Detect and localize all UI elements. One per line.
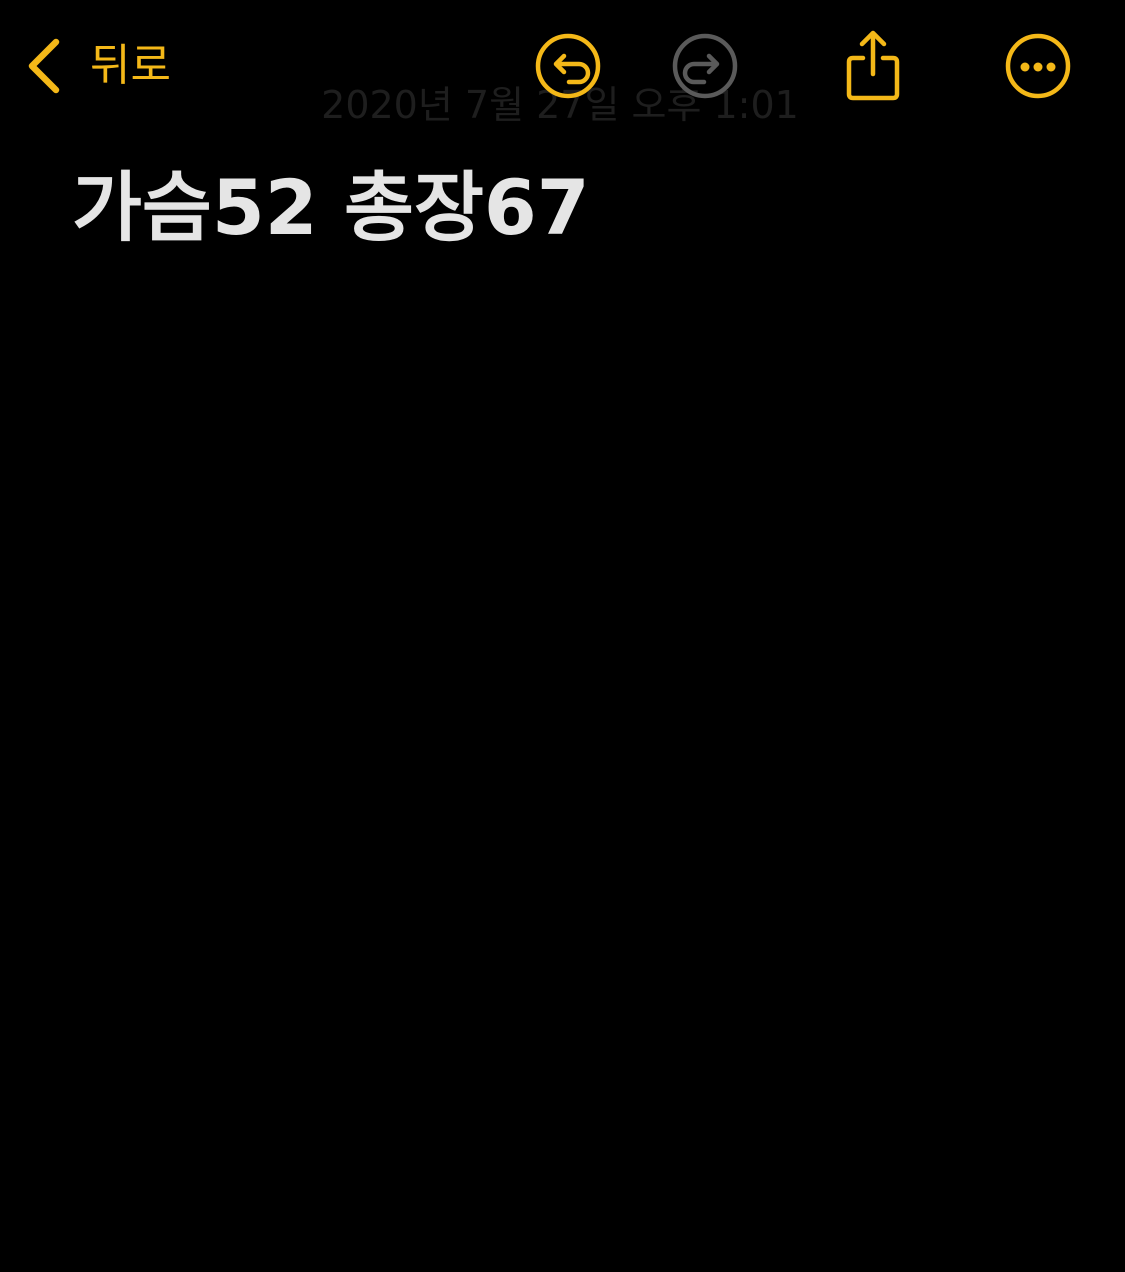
undo-button[interactable]: [530, 28, 606, 104]
back-button-label: 뒤로: [90, 40, 171, 91]
undo-circle-icon: [535, 33, 601, 99]
back-button[interactable]: 뒤로: [22, 34, 171, 98]
more-button[interactable]: [1000, 28, 1076, 104]
ellipsis-circle-icon: [1005, 33, 1071, 99]
share-icon: [846, 30, 900, 101]
share-button[interactable]: [835, 28, 911, 104]
redo-button[interactable]: [667, 28, 743, 104]
note-body-text[interactable]: 가슴52 총장67: [72, 158, 1072, 258]
redo-circle-icon: [672, 33, 738, 99]
navigation-toolbar: 뒤로 2020년 7월 27일 오후 1:01: [0, 0, 1125, 135]
chevron-left-icon: [28, 38, 60, 94]
